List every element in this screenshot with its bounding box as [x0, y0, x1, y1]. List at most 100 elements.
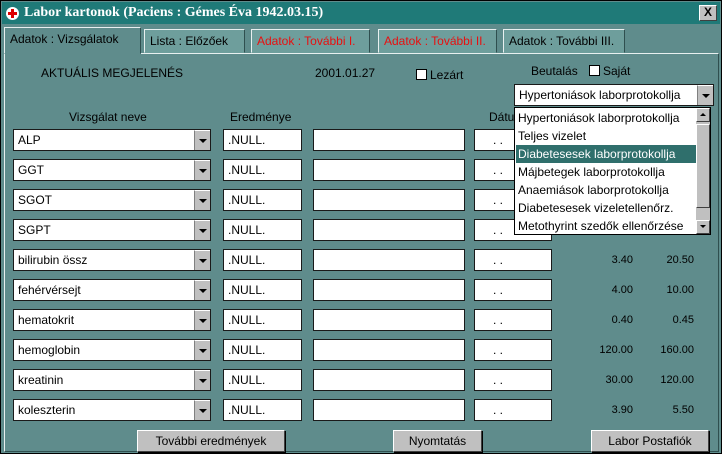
- ref-min-value: 30.00: [605, 374, 633, 386]
- tab-tovabbi-2[interactable]: Adatok : További II.: [378, 29, 497, 53]
- exam-name-value: GGT: [18, 163, 44, 177]
- lezart-checkbox[interactable]: [416, 69, 427, 80]
- result-field[interactable]: .NULL.: [223, 309, 302, 331]
- column-header-result: Eredménye: [230, 110, 292, 124]
- result-field[interactable]: .NULL.: [223, 399, 302, 421]
- note-field[interactable]: [313, 339, 465, 361]
- exam-name-select[interactable]: GGT: [13, 159, 211, 181]
- result-field[interactable]: .NULL.: [223, 129, 302, 151]
- exam-name-value: fehérvérsejt: [18, 283, 81, 297]
- protocol-select-value: Hypertoniások laborprotokollja: [519, 88, 681, 102]
- scroll-thumb[interactable]: [696, 124, 710, 208]
- exam-name-select[interactable]: ALP: [13, 129, 211, 151]
- note-field[interactable]: [313, 129, 465, 151]
- protocol-select[interactable]: Hypertoniások laborprotokollja: [514, 84, 714, 106]
- exam-name-value: kreatinin: [18, 373, 64, 387]
- protocol-option[interactable]: Hypertoniások laborprotokollja: [516, 109, 697, 127]
- note-field[interactable]: [313, 159, 465, 181]
- ref-max-value: 20.50: [666, 254, 694, 266]
- exam-name-select[interactable]: hemoglobin: [13, 339, 211, 361]
- red-cross-icon: [6, 7, 19, 20]
- lezart-label: Lezárt: [430, 68, 464, 82]
- result-field[interactable]: .NULL.: [223, 279, 302, 301]
- sajat-checkbox-group[interactable]: Saját: [589, 64, 630, 78]
- protocol-option[interactable]: Anaemiások laborprotokollja: [516, 181, 697, 199]
- protocol-option[interactable]: Diabetesesek laborprotokollja: [516, 145, 697, 163]
- scroll-up-icon[interactable]: [696, 108, 710, 122]
- ref-min-value: 3.40: [611, 254, 633, 266]
- ref-max-value: 10.00: [666, 284, 694, 296]
- note-field[interactable]: [313, 219, 465, 241]
- result-field[interactable]: .NULL.: [223, 249, 302, 271]
- tab-vizsgalatok[interactable]: Adatok : Vizsgálatok: [4, 27, 141, 54]
- exam-name-value: hemoglobin: [18, 343, 81, 357]
- exam-name-select[interactable]: koleszterin: [13, 399, 211, 421]
- tab-tovabbi-3[interactable]: Adatok : További III.: [503, 29, 625, 53]
- sajat-checkbox[interactable]: [589, 65, 600, 76]
- exam-name-value: ALP: [18, 133, 41, 147]
- chevron-down-icon[interactable]: [194, 160, 210, 180]
- chevron-down-icon[interactable]: [194, 310, 210, 330]
- date-field[interactable]: . .: [474, 399, 552, 421]
- result-field[interactable]: .NULL.: [223, 189, 302, 211]
- note-field[interactable]: [313, 309, 465, 331]
- ref-min-value: 4.00: [611, 284, 633, 296]
- more-results-button[interactable]: További eredmények: [137, 430, 285, 452]
- note-field[interactable]: [313, 249, 465, 271]
- protocol-dropdown-list[interactable]: Hypertoniások laborprotokollja Teljes viz…: [514, 107, 711, 235]
- note-field[interactable]: [313, 369, 465, 391]
- date-field[interactable]: . .: [474, 279, 552, 301]
- ref-min-value: 0.40: [611, 314, 633, 326]
- column-header-name: Vizsgálat neve: [69, 110, 147, 124]
- view-mode-label: AKTUÁLIS MEGJELENÉS: [41, 66, 184, 80]
- chevron-down-icon[interactable]: [194, 400, 210, 420]
- window-title: Labor kartonok (Paciens : Gémes Éva 1942…: [24, 5, 324, 20]
- chevron-down-icon[interactable]: [194, 340, 210, 360]
- record-date: 2001.01.27: [315, 66, 376, 80]
- ref-max-value: 0.45: [672, 314, 694, 326]
- date-field[interactable]: . .: [474, 249, 552, 271]
- result-field[interactable]: .NULL.: [223, 219, 302, 241]
- chevron-down-icon[interactable]: [194, 280, 210, 300]
- result-field[interactable]: .NULL.: [223, 369, 302, 391]
- tab-lista-elozoek[interactable]: Lista : Előzőek: [144, 29, 245, 53]
- chevron-down-icon[interactable]: [194, 130, 210, 150]
- lab-mailbox-button[interactable]: Labor Postafiók: [591, 430, 709, 452]
- result-field[interactable]: .NULL.: [223, 159, 302, 181]
- chevron-down-icon[interactable]: [697, 85, 713, 105]
- dropdown-scrollbar[interactable]: [696, 108, 710, 234]
- protocol-option[interactable]: Diabetesesek vizeletellenőrz.: [516, 199, 697, 217]
- exam-name-select[interactable]: SGOT: [13, 189, 211, 211]
- close-button[interactable]: X: [699, 5, 717, 21]
- tab-tovabbi-1[interactable]: Adatok : További I.: [251, 29, 370, 53]
- exam-name-select[interactable]: hematokrit: [13, 309, 211, 331]
- exam-name-value: SGPT: [18, 223, 51, 237]
- protocol-option[interactable]: Teljes vizelet: [516, 127, 697, 145]
- date-field[interactable]: . .: [474, 339, 552, 361]
- exam-name-select[interactable]: fehérvérsejt: [13, 279, 211, 301]
- exam-name-value: hematokrit: [18, 313, 75, 327]
- scroll-down-icon[interactable]: [696, 220, 710, 234]
- exam-name-select[interactable]: SGPT: [13, 219, 211, 241]
- result-field[interactable]: .NULL.: [223, 339, 302, 361]
- note-field[interactable]: [313, 399, 465, 421]
- protocol-option[interactable]: Metothyrint szedők ellenőrzése: [516, 217, 697, 234]
- exam-name-value: koleszterin: [18, 403, 76, 417]
- chevron-down-icon[interactable]: [194, 370, 210, 390]
- exam-name-select[interactable]: kreatinin: [13, 369, 211, 391]
- chevron-down-icon[interactable]: [194, 250, 210, 270]
- date-field[interactable]: . .: [474, 309, 552, 331]
- protocol-option[interactable]: Májbetegek laborprotokollja: [516, 163, 697, 181]
- beutalas-label: Beutalás: [531, 64, 578, 78]
- date-field[interactable]: . .: [474, 369, 552, 391]
- note-field[interactable]: [313, 189, 465, 211]
- lab-cards-window: Labor kartonok (Paciens : Gémes Éva 1942…: [0, 0, 722, 454]
- chevron-down-icon[interactable]: [194, 220, 210, 240]
- print-button[interactable]: Nyomtatás: [393, 430, 482, 452]
- note-field[interactable]: [313, 279, 465, 301]
- sajat-label: Saját: [603, 64, 631, 78]
- lezart-checkbox-group[interactable]: Lezárt: [416, 68, 463, 82]
- chevron-down-icon[interactable]: [194, 190, 210, 210]
- ref-min-value: 120.00: [599, 344, 633, 356]
- exam-name-select[interactable]: bilirubin össz: [13, 249, 211, 271]
